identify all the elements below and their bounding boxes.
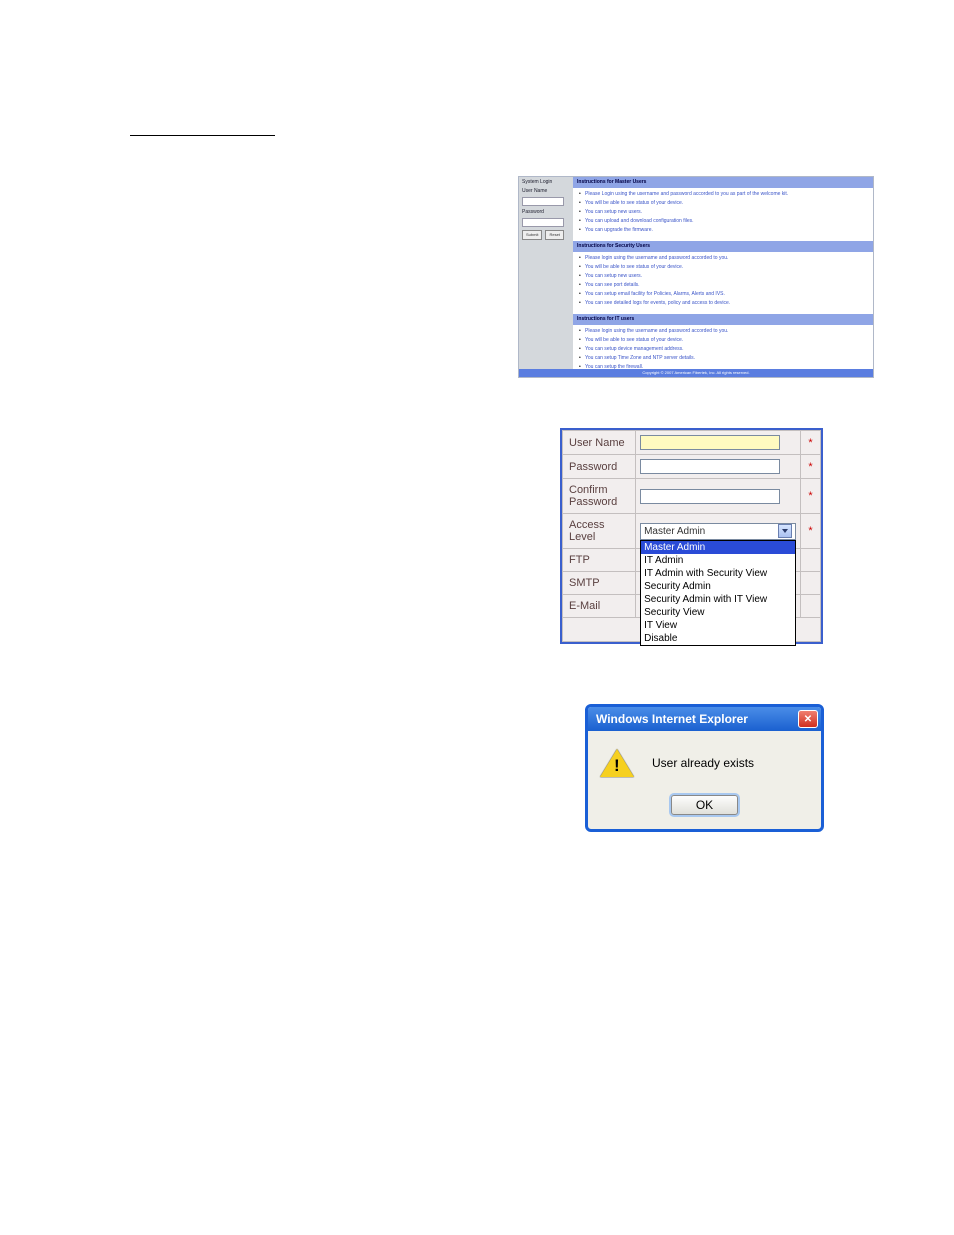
- ok-button[interactable]: OK: [671, 795, 738, 815]
- instructions-panel: Instructions for Master Users Please Log…: [573, 177, 873, 369]
- instructions-header-it: Instructions for IT users: [573, 314, 873, 325]
- section-underline: [130, 120, 275, 136]
- dropdown-option[interactable]: Disable: [641, 632, 795, 645]
- instruction-bullet: You can setup Time Zone and NTP server d…: [585, 355, 869, 362]
- chevron-down-icon: [778, 524, 792, 538]
- alert-message: User already exists: [652, 756, 754, 770]
- dropdown-option[interactable]: IT View: [641, 619, 795, 632]
- instruction-bullet: You can upload and download configuratio…: [585, 218, 869, 225]
- instruction-bullet: You will be able to see status of your d…: [585, 200, 869, 207]
- alert-dialog: Windows Internet Explorer User already e…: [585, 704, 824, 832]
- instruction-bullet: You can setup email facility for Policie…: [585, 291, 869, 298]
- password-input[interactable]: [640, 459, 780, 474]
- close-icon[interactable]: [798, 710, 818, 728]
- dropdown-option[interactable]: Security Admin: [641, 580, 795, 593]
- instructions-header-master: Instructions for Master Users: [573, 177, 873, 188]
- instruction-bullet: You can see port details.: [585, 282, 869, 289]
- dropdown-option[interactable]: Security Admin with IT View: [641, 593, 795, 606]
- username-input[interactable]: [640, 435, 780, 450]
- instruction-bullet: You will be able to see status of your d…: [585, 337, 869, 344]
- form-label-confirm-password: Confirm Password: [563, 479, 636, 514]
- login-password-input[interactable]: [522, 218, 564, 227]
- instruction-bullet: You can setup new users.: [585, 209, 869, 216]
- login-instructions-figure: System Login User Name Password Submit R…: [518, 176, 874, 378]
- alert-dialog-figure: Windows Internet Explorer User already e…: [585, 704, 824, 832]
- instructions-footer: Copyright © 2007 American Fibertek, Inc.…: [519, 369, 873, 377]
- instruction-bullet: You can setup new users.: [585, 273, 869, 280]
- confirm-password-input[interactable]: [640, 489, 780, 504]
- login-username-input[interactable]: [522, 197, 564, 206]
- form-label-access-level: Access Level: [563, 514, 636, 549]
- instruction-bullet: You can see detailed logs for events, po…: [585, 300, 869, 307]
- instruction-bullet: Please Login using the username and pass…: [585, 191, 869, 198]
- login-username-label: User Name: [522, 188, 570, 195]
- login-password-label: Password: [522, 209, 570, 216]
- warning-icon: [600, 749, 634, 777]
- instruction-bullet: You can setup device management address.: [585, 346, 869, 353]
- login-sidebar: System Login User Name Password Submit R…: [519, 177, 573, 377]
- instruction-bullet: Please login using the username and pass…: [585, 328, 869, 335]
- required-marker: *: [801, 514, 821, 549]
- dropdown-option[interactable]: Security View: [641, 606, 795, 619]
- alert-titlebar: Windows Internet Explorer: [588, 707, 821, 731]
- form-label-email: E-Mail: [563, 595, 636, 618]
- login-submit-button[interactable]: Submit: [522, 230, 542, 240]
- form-label-password: Password: [563, 455, 636, 479]
- dropdown-option[interactable]: IT Admin: [641, 554, 795, 567]
- required-marker: *: [801, 455, 821, 479]
- access-level-dropdown-list: Master Admin IT Admin IT Admin with Secu…: [640, 540, 796, 646]
- form-label-ftp: FTP: [563, 549, 636, 572]
- form-label-username: User Name: [563, 431, 636, 455]
- user-form-figure: User Name * Password * Confirm Password …: [560, 428, 823, 644]
- instruction-bullet: Please login using the username and pass…: [585, 255, 869, 262]
- required-marker: *: [801, 431, 821, 455]
- dropdown-option[interactable]: Master Admin: [641, 541, 795, 554]
- instruction-bullet: You can upgrade the firmware.: [585, 227, 869, 234]
- login-reset-button[interactable]: Reset: [545, 230, 563, 240]
- instruction-bullet: You will be able to see status of your d…: [585, 264, 869, 271]
- required-marker: *: [801, 479, 821, 514]
- alert-title: Windows Internet Explorer: [596, 712, 748, 726]
- form-label-smtp: SMTP: [563, 572, 636, 595]
- access-level-selected-value: Master Admin: [644, 526, 705, 537]
- access-level-select[interactable]: Master Admin: [640, 523, 796, 540]
- system-login-header: System Login: [522, 179, 570, 186]
- dropdown-option[interactable]: IT Admin with Security View: [641, 567, 795, 580]
- instructions-header-security: Instructions for Security Users: [573, 241, 873, 252]
